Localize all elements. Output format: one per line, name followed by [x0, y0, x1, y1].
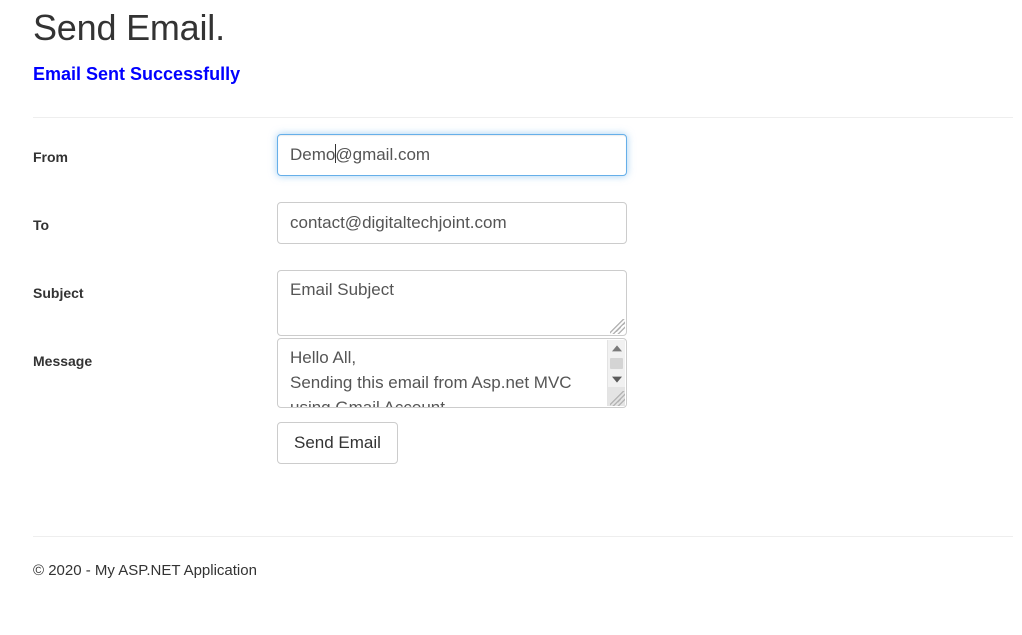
form-row-submit: Send Email: [33, 406, 1013, 466]
message-textarea[interactable]: Hello All, Sending this email from Asp.n…: [277, 338, 627, 408]
scrollbar-track[interactable]: [608, 387, 625, 406]
page-root: Send Email. Email Sent Successfully From…: [0, 0, 1022, 635]
label-from: From: [33, 149, 68, 165]
field-col-to: contact@digitaltechjoint.com: [277, 202, 627, 244]
subject-textarea[interactable]: Email Subject: [277, 270, 627, 336]
message-scrollbar[interactable]: [607, 340, 625, 406]
field-col-from: Demo@gmail.com: [277, 134, 627, 176]
scrollbar-thumb[interactable]: [610, 358, 623, 369]
label-to: To: [33, 217, 50, 233]
form-row-from: From Demo@gmail.com: [33, 134, 1013, 202]
to-input[interactable]: contact@digitaltechjoint.com: [277, 202, 627, 244]
send-email-form: From Demo@gmail.com To contact@digitalte…: [33, 134, 1013, 466]
from-input-value-after-caret: @gmail.com: [335, 145, 431, 164]
from-input-value-before-caret: Demo: [290, 145, 336, 164]
form-row-subject: Subject Email Subject: [33, 270, 1013, 338]
page-title: Send Email.: [33, 7, 225, 48]
subject-textarea-value: Email Subject: [290, 280, 394, 299]
send-email-button[interactable]: Send Email: [277, 422, 398, 464]
form-row-message: Message Hello All, Sending this email fr…: [33, 338, 1013, 408]
label-message: Message: [33, 353, 93, 369]
from-input[interactable]: Demo@gmail.com: [277, 134, 627, 176]
label-subject: Subject: [33, 285, 84, 301]
field-col-subject: Email Subject: [277, 270, 627, 336]
status-message: Email Sent Successfully: [33, 64, 241, 84]
footer-copyright: © 2020 - My ASP.NET Application: [33, 562, 257, 579]
scroll-up-arrow-icon[interactable]: [608, 340, 625, 357]
field-col-message: Hello All, Sending this email from Asp.n…: [277, 338, 627, 408]
header-divider: [33, 117, 1013, 118]
message-line-2: Sending this email from Asp.net MVC: [290, 373, 572, 392]
form-row-to: To contact@digitaltechjoint.com: [33, 202, 1013, 270]
resize-grip-icon[interactable]: [610, 319, 625, 334]
scroll-down-arrow-icon[interactable]: [608, 370, 625, 387]
footer-divider: [33, 536, 1013, 537]
message-line-1: Hello All,: [290, 348, 357, 367]
